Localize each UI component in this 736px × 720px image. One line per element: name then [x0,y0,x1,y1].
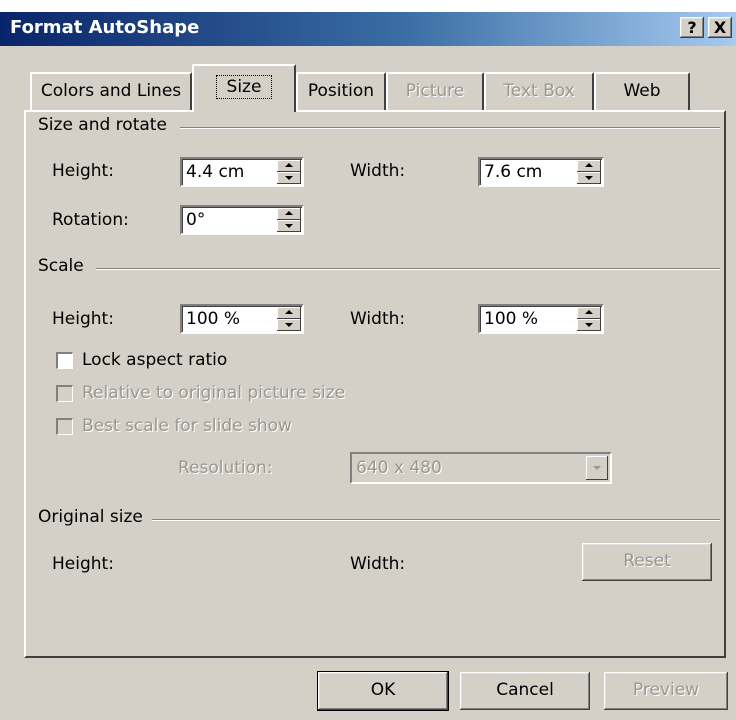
tab-colors-and-lines[interactable]: Colors and Lines [30,72,192,110]
best-scale-label: Best scale for slide show [82,416,292,436]
help-button[interactable]: ? [680,17,704,38]
rotation-value: 0° [186,210,206,230]
original-width-label: Width: [350,554,406,574]
scale-group-label: Scale [38,256,90,276]
size-height-value: 4.4 cm [186,162,245,182]
cancel-button-label: Cancel [496,680,554,700]
rotation-spinner[interactable]: 0° [180,205,304,235]
spin-up-icon[interactable] [577,307,601,319]
spin-down-icon[interactable] [277,220,301,232]
ok-button-label: OK [370,680,396,700]
size-width-label: Width: [350,161,406,181]
scale-height-value: 100 % [186,309,241,329]
ok-button[interactable]: OK [317,671,449,711]
tab-label: Web [623,81,661,101]
original-height-label: Height: [52,554,114,574]
spin-down-icon[interactable] [577,319,601,331]
best-scale-checkbox[interactable] [56,418,73,435]
tab-web[interactable]: Web [594,72,690,110]
title-bar[interactable]: Format AutoShape ? X [0,12,736,46]
tab-text-box[interactable]: Text Box [484,72,594,110]
resolution-label: Resolution: [178,458,273,478]
tab-picture[interactable]: Picture [386,72,484,110]
close-button[interactable]: X [708,17,732,38]
scale-width-label: Width: [350,309,406,329]
lock-aspect-ratio-label[interactable]: Lock aspect ratio [82,350,227,370]
spin-down-icon[interactable] [577,172,601,184]
size-height-spinner[interactable]: 4.4 cm [180,157,304,187]
scale-width-spinner[interactable]: 100 % [478,304,604,334]
window-title: Format AutoShape [10,17,200,38]
size-rotate-group-label: Size and rotate [38,115,173,135]
relative-size-checkbox[interactable] [56,385,73,402]
chevron-down-icon[interactable] [586,456,608,480]
tab-size[interactable]: Size [192,64,296,112]
scale-height-label: Height: [52,309,114,329]
tab-label: Text Box [503,81,575,101]
resolution-dropdown[interactable]: 640 x 480 [350,452,612,484]
reset-button-label: Reset [623,551,671,571]
lock-aspect-ratio-checkbox[interactable] [56,352,73,369]
scale-width-value: 100 % [484,309,539,329]
original-size-divider [152,519,720,521]
spin-up-icon[interactable] [577,160,601,172]
spin-up-icon[interactable] [277,307,301,319]
scale-height-spinner[interactable]: 100 % [180,304,304,334]
tab-label: Size [215,75,273,99]
original-size-group-label: Original size [38,507,149,527]
tab-position[interactable]: Position [296,72,386,110]
size-height-label: Height: [52,161,114,181]
resolution-value: 640 x 480 [356,458,442,478]
relative-size-label: Relative to original picture size [82,383,346,403]
size-rotate-divider [180,127,720,129]
reset-button[interactable]: Reset [582,543,712,581]
tab-label: Colors and Lines [40,81,182,101]
format-autoshape-dialog: Format AutoShape ? X Colors and Lines Si… [0,12,736,720]
scale-divider [96,268,720,270]
cancel-button[interactable]: Cancel [460,672,590,710]
size-width-spinner[interactable]: 7.6 cm [478,157,604,187]
preview-button[interactable]: Preview [604,672,728,710]
size-width-value: 7.6 cm [484,162,543,182]
spin-up-icon[interactable] [277,160,301,172]
spin-down-icon[interactable] [277,319,301,331]
preview-button-label: Preview [632,680,700,700]
tab-label: Position [307,81,375,101]
spin-down-icon[interactable] [277,172,301,184]
tab-label: Picture [405,81,465,101]
rotation-label: Rotation: [52,210,129,230]
spin-up-icon[interactable] [277,208,301,220]
